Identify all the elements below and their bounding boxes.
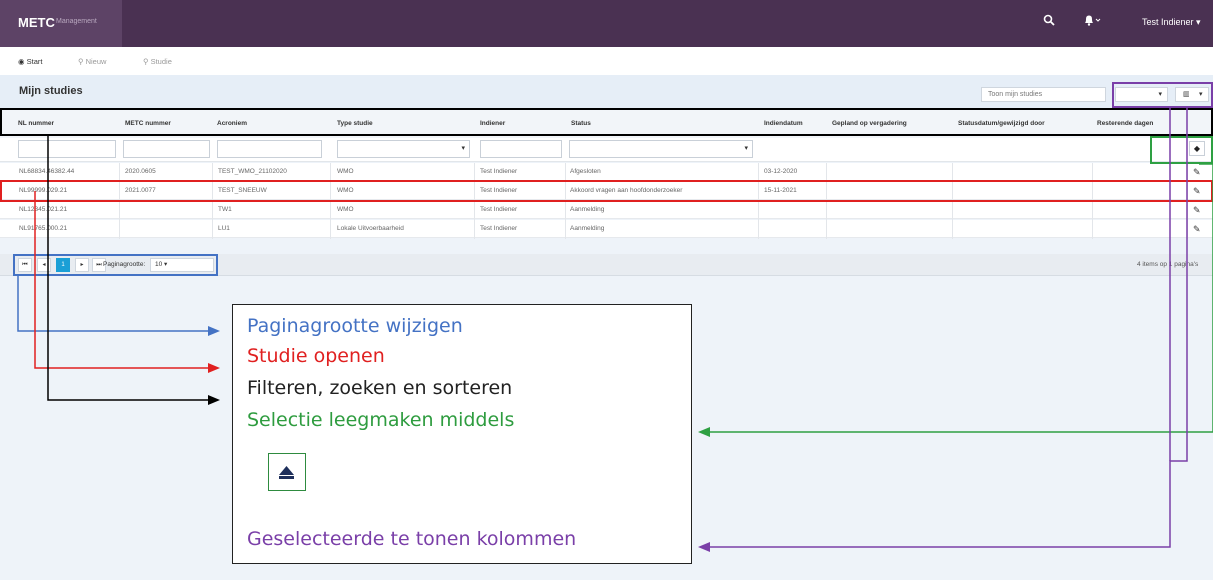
legend-page-size: Paginagrootte wijzigen (247, 315, 463, 337)
legend-open-study: Studie openen (247, 345, 385, 367)
legend-filter: Filteren, zoeken en sorteren (247, 377, 513, 399)
legend-box: Paginagrootte wijzigen Studie openen Fil… (232, 304, 692, 564)
legend-columns: Geselecteerde te tonen kolommen (247, 528, 577, 550)
screenshot-stage: METC Management Test Indiener ▾ ◉ Start … (0, 0, 1213, 580)
eraser-icon (268, 453, 306, 491)
legend-clear: Selectie leegmaken middels (247, 409, 515, 431)
